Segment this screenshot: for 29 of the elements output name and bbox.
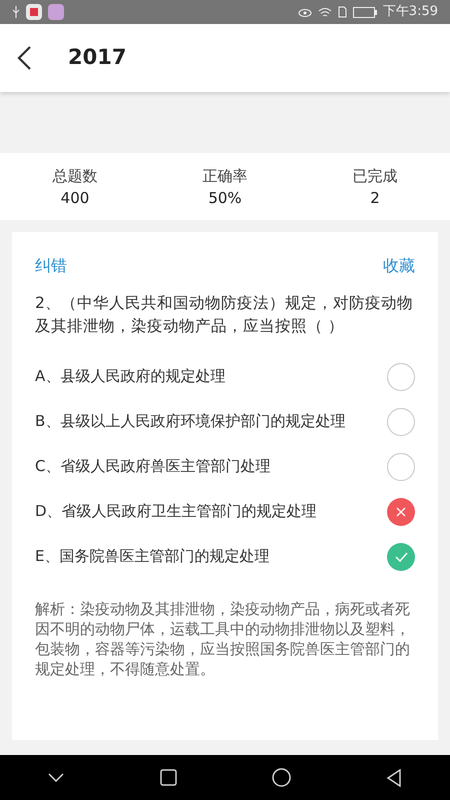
battery-icon <box>352 6 377 18</box>
usb-icon <box>12 6 20 18</box>
answer-option[interactable]: E、国务院兽医主管部门的规定处理 <box>35 534 415 579</box>
app-icon <box>26 4 42 20</box>
answer-option[interactable]: A、县级人民政府的规定处理 <box>35 354 415 399</box>
wifi-icon <box>318 6 332 18</box>
app-icon <box>48 4 64 20</box>
sim-icon <box>338 6 347 18</box>
status-time: 下午3:59 <box>382 3 438 22</box>
stat-value: 50% <box>208 188 242 208</box>
stat-value: 2 <box>370 188 380 208</box>
back-triangle-icon[interactable] <box>386 768 402 786</box>
square-icon[interactable] <box>160 769 178 786</box>
eye-icon <box>298 7 312 17</box>
answer-option[interactable]: D、省级人民政府卫生主管部门的规定处理 <box>35 489 415 534</box>
question-text: 2、（中华人民共和国动物防疫法）规定，对防疫动物及其排泄物，染疫动物产品，应当按照（ ） <box>35 293 414 337</box>
stat-label: 总题数 <box>52 166 98 186</box>
answer-option[interactable]: B、县级以上人民政府环境保护部门的规定处理 <box>35 399 415 444</box>
report-error-link[interactable]: 纠错 <box>35 254 67 278</box>
circle-icon[interactable] <box>272 768 291 787</box>
page-title: 2017 <box>68 44 126 72</box>
chevron-down-icon[interactable] <box>48 773 64 782</box>
stat-label: 已完成 <box>352 166 398 186</box>
stat-label: 正确率 <box>202 166 248 186</box>
stat-value: 400 <box>60 188 90 208</box>
answer-option[interactable]: C、省级人民政府兽医主管部门处理 <box>35 444 415 489</box>
back-icon[interactable] <box>16 45 32 71</box>
explanation-text: 解析：染疫动物及其排泄物，染疫动物产品，病死或者死因不明的动物尸体，运载工具中的动物排泄物以及塑料，包装物，容器等污染物，应当按照国务院兽医主管部门的规定处理，不得随意处置。 <box>35 599 411 679</box>
favorite-link[interactable]: 收藏 <box>383 254 415 278</box>
